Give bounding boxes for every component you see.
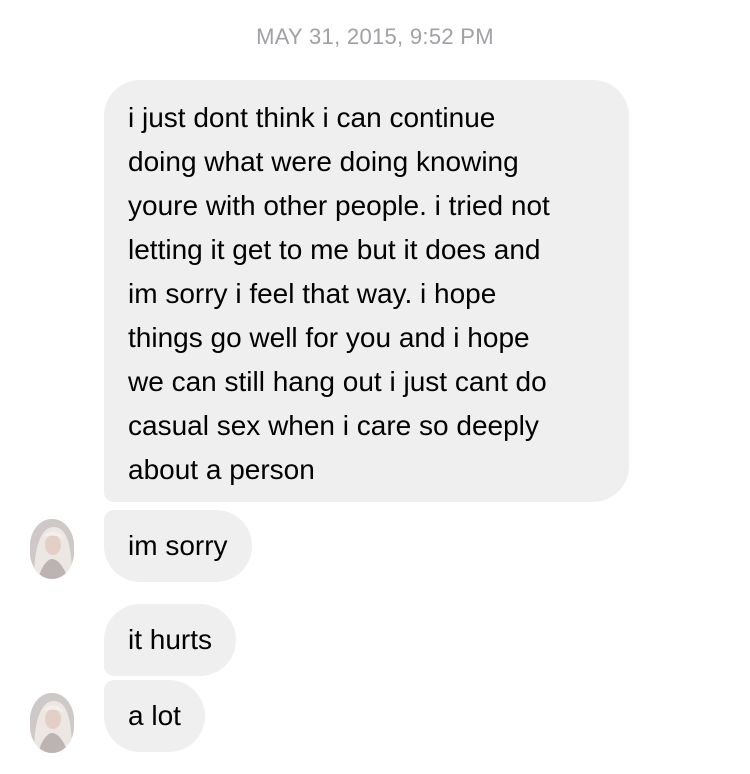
message-line: we can still hang out i just cant do [128, 366, 547, 397]
sender-avatar-icon[interactable] [30, 693, 74, 753]
message-bubble[interactable]: a lot [104, 680, 205, 752]
message-text: a lot [128, 700, 181, 731]
message-timestamp: MAY 31, 2015, 9:52 PM [256, 24, 494, 49]
message-line: casual sex when i care so deeply [128, 410, 539, 441]
message-text: it hurts [128, 624, 213, 655]
message-line: youre with other people. i tried not [128, 190, 550, 221]
message-bubble[interactable]: im sorry [104, 510, 252, 582]
message-text: im sorry [128, 530, 228, 561]
message-line: letting it get to me but it does and [128, 234, 541, 265]
message-line: i just dont think i can continue [128, 102, 496, 133]
message-bubble[interactable]: it hurts [104, 604, 237, 676]
message-line: doing what were doing knowing [128, 146, 519, 177]
sender-avatar-icon[interactable] [30, 519, 74, 579]
message-line: im sorry i feel that way. i hope [128, 278, 497, 309]
message-line: things go well for you and i hope [128, 322, 530, 353]
message-line: about a person [128, 454, 315, 485]
message-bubble-long[interactable]: i just dont think i can continue doing w… [104, 80, 629, 502]
